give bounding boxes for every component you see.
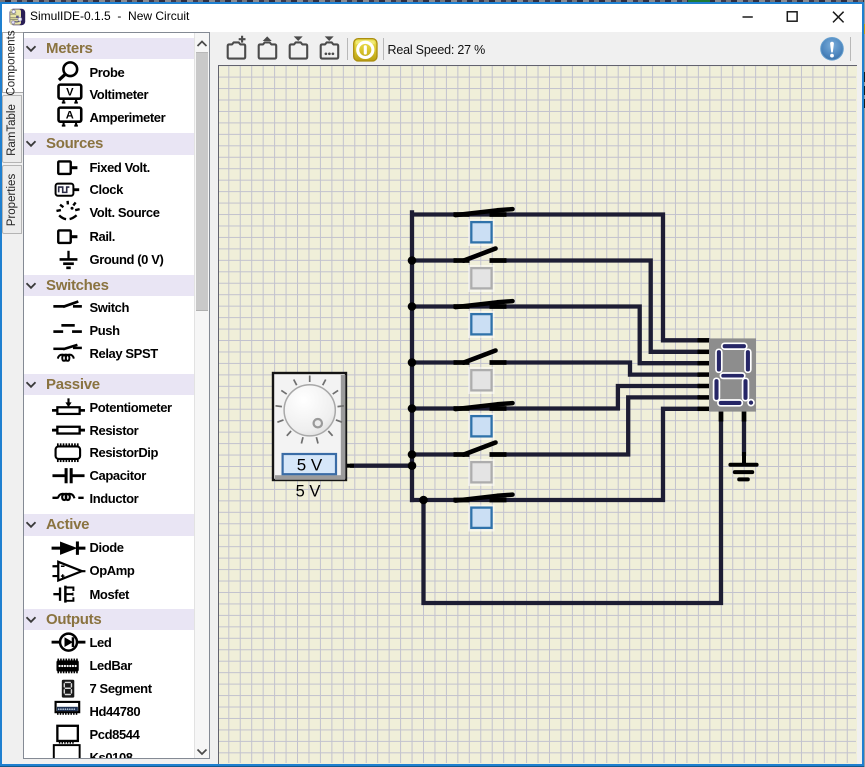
svg-text:5 V: 5 V <box>296 483 321 501</box>
svg-text:A: A <box>66 110 74 122</box>
svg-text:5 V: 5 V <box>297 455 323 474</box>
svg-text:V: V <box>66 87 74 99</box>
